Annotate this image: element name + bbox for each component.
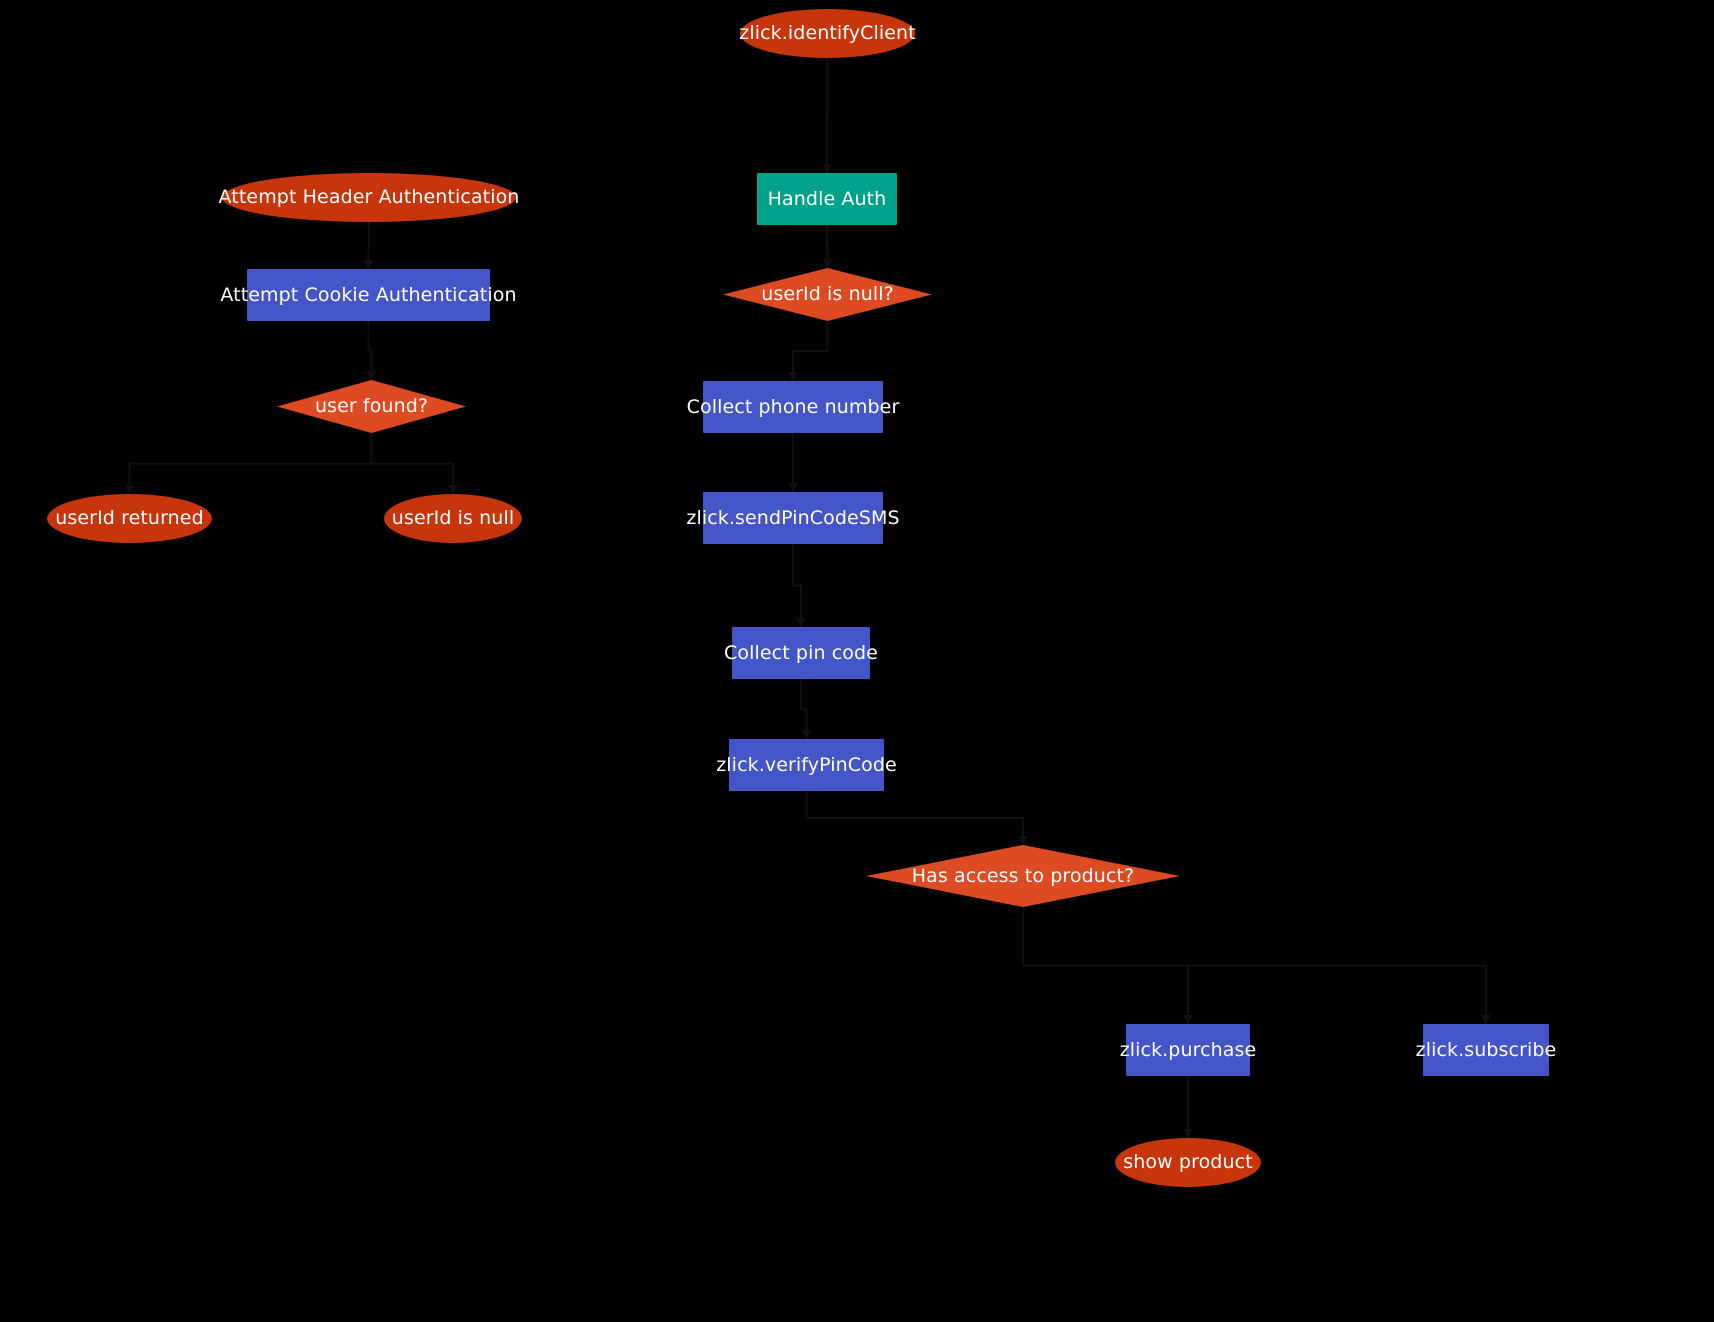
node-label: zlick.identifyClient — [739, 22, 916, 45]
node-collect_phone_number[interactable]: Collect phone number — [687, 381, 899, 433]
edge-identify_client-to-handle_auth — [822, 58, 832, 173]
flowchart-canvas: zlick.identifyClient Attempt Header Authe… — [0, 0, 1714, 1322]
edge-collect_pin_code-to-verify_pin_code — [800, 679, 812, 739]
node-verify_pin_code[interactable]: zlick.verifyPinCode — [716, 739, 897, 791]
node-show_product[interactable]: show product — [1115, 1138, 1261, 1187]
node-identify_client[interactable]: zlick.identifyClient — [739, 9, 916, 58]
edge-zlick_purchase-to-show_product — [1183, 1076, 1193, 1138]
node-user_found_decision[interactable]: user found? — [277, 380, 466, 433]
edge-user_found_decision-to-user_id_is_null — [370, 433, 458, 494]
node-label: Collect phone number — [686, 395, 900, 418]
edge-has_access_decision-to-zlick_purchase — [1022, 907, 1193, 1024]
node-user_id_is_null_decision[interactable]: userId is null? — [723, 268, 932, 321]
edge-verify_pin_code-to-has_access_decision — [805, 791, 1028, 845]
edge-send_pin_code_sms-to-collect_pin_code — [792, 544, 806, 627]
node-handle_auth[interactable]: Handle Auth — [757, 173, 897, 225]
node-label: Attempt Header Authentication — [218, 186, 520, 209]
edge-attempt_cookie_auth-to-user_found_decision — [366, 321, 377, 380]
node-label: zlick.subscribe — [1415, 1038, 1557, 1061]
node-send_pin_code_sms[interactable]: zlick.sendPinCodeSMS — [686, 492, 900, 544]
diamond-shape — [723, 268, 932, 321]
edge-attempt_header_auth-to-attempt_cookie_auth — [363, 222, 374, 269]
node-label: userId is null — [391, 507, 515, 530]
node-label: Handle Auth — [767, 187, 887, 210]
node-attempt_header_auth[interactable]: Attempt Header Authentication — [219, 173, 519, 222]
diamond-shape — [277, 380, 466, 433]
node-user_id_returned[interactable]: userId returned — [47, 494, 212, 543]
node-has_access_decision[interactable]: Has access to product? — [866, 845, 1180, 907]
edge-user_found_decision-to-user_id_returned — [124, 433, 373, 494]
node-user_id_is_null[interactable]: userId is null — [384, 494, 522, 543]
diamond-shape — [866, 845, 1180, 907]
node-zlick_subscribe[interactable]: zlick.subscribe — [1416, 1024, 1556, 1076]
edge-has_access_decision-to-zlick_subscribe — [1022, 907, 1491, 1024]
node-label: zlick.verifyPinCode — [716, 753, 897, 776]
edge-collect_phone_number-to-send_pin_code_sms — [788, 433, 798, 492]
node-label: show product — [1123, 1151, 1253, 1174]
node-label: Attempt Cookie Authentication — [220, 283, 517, 306]
node-zlick_purchase[interactable]: zlick.purchase — [1120, 1024, 1256, 1076]
node-label: userId returned — [55, 507, 204, 530]
edge-user_id_is_null_decision-to-collect_phone_number — [788, 321, 829, 381]
node-label: Collect pin code — [724, 641, 878, 664]
node-label: zlick.purchase — [1119, 1038, 1257, 1061]
node-attempt_cookie_auth[interactable]: Attempt Cookie Authentication — [220, 269, 517, 321]
edge-handle_auth-to-user_id_is_null_decision — [822, 225, 833, 268]
node-collect_pin_code[interactable]: Collect pin code — [724, 627, 878, 679]
node-label: zlick.sendPinCodeSMS — [686, 506, 900, 529]
